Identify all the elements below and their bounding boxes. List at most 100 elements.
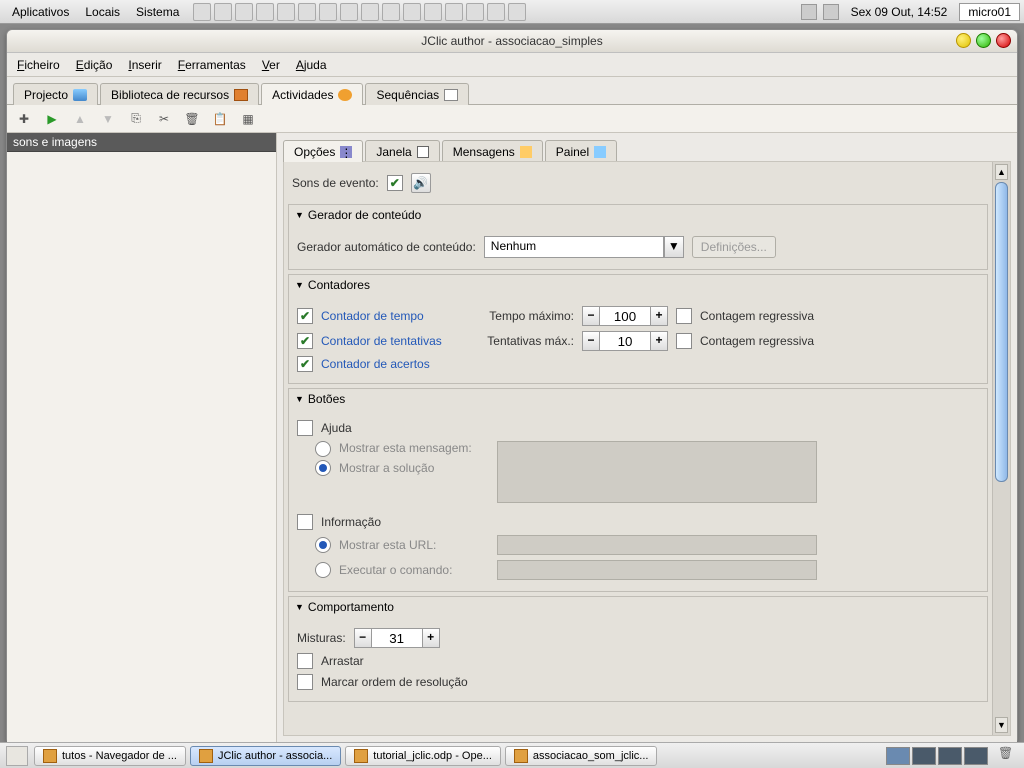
workspace-1[interactable] — [886, 747, 910, 765]
tab-actividades[interactable]: Actividades — [261, 83, 363, 105]
subtab-painel[interactable]: Painel — [545, 140, 617, 162]
mostrar-url-label: Mostrar esta URL: — [339, 538, 489, 552]
launcher-icon[interactable] — [256, 3, 274, 21]
workspace-3[interactable] — [938, 747, 962, 765]
launcher-icon[interactable] — [361, 3, 379, 21]
menu-ver[interactable]: Ver — [262, 58, 280, 72]
show-desktop-button[interactable] — [6, 746, 28, 766]
menu-ferramentas[interactable]: Ferramentas — [178, 58, 246, 72]
clock[interactable]: Sex 09 Out, 14:52 — [845, 5, 954, 19]
subtab-opcoes[interactable]: Opções⋮ — [283, 140, 363, 162]
activity-list-item[interactable]: sons e imagens — [7, 133, 276, 152]
launcher-icon[interactable] — [424, 3, 442, 21]
scroll-down-button[interactable]: ▼ — [995, 717, 1008, 733]
launcher-icon[interactable] — [487, 3, 505, 21]
play-button[interactable]: ▶ — [43, 110, 61, 128]
collapse-icon[interactable]: ▼ — [295, 280, 304, 290]
launcher-icon[interactable] — [403, 3, 421, 21]
mostrar-url-radio[interactable] — [315, 537, 331, 553]
mostrar-msg-radio[interactable] — [315, 441, 331, 457]
launcher-icon[interactable] — [340, 3, 358, 21]
move-up-button[interactable]: ▲ — [71, 110, 89, 128]
contador-acertos-checkbox[interactable] — [297, 356, 313, 372]
tentativas-dec-button[interactable]: − — [582, 331, 600, 351]
tray-volume-icon[interactable] — [823, 4, 839, 20]
taskbar-item[interactable]: JClic author - associa... — [190, 746, 341, 766]
tempo-input[interactable] — [600, 306, 650, 326]
tentativas-input[interactable] — [600, 331, 650, 351]
minimize-button[interactable] — [956, 33, 971, 48]
arrastar-checkbox[interactable] — [297, 653, 313, 669]
paste-button[interactable]: 📋 — [211, 110, 229, 128]
collapse-icon[interactable]: ▼ — [295, 210, 304, 220]
subtab-janela[interactable]: Janela — [365, 140, 439, 162]
menu-edicao[interactable]: Edição — [76, 58, 113, 72]
tempo-regressiva-checkbox[interactable] — [676, 308, 692, 324]
tempo-inc-button[interactable]: + — [650, 306, 668, 326]
taskbar-item[interactable]: associacao_som_jclic... — [505, 746, 658, 766]
gerador-select-dropdown[interactable]: ▼ — [664, 236, 684, 258]
tab-label: Janela — [376, 145, 411, 159]
launcher-icon[interactable] — [298, 3, 316, 21]
move-down-button[interactable]: ▼ — [99, 110, 117, 128]
ajuda-checkbox[interactable] — [297, 420, 313, 436]
titlebar[interactable]: JClic author - associacao_simples — [7, 30, 1017, 53]
delete-button[interactable]: 🗑 — [183, 110, 201, 128]
workspace-switcher[interactable] — [886, 747, 988, 765]
launcher-icon[interactable] — [214, 3, 232, 21]
workspace-4[interactable] — [964, 747, 988, 765]
launcher-icon[interactable] — [382, 3, 400, 21]
copy-button[interactable]: ⎘ — [127, 110, 145, 128]
contador-tempo-checkbox[interactable] — [297, 308, 313, 324]
launcher-icon[interactable] — [508, 3, 526, 21]
taskbar-item[interactable]: tutorial_jclic.odp - Ope... — [345, 746, 501, 766]
trash-icon[interactable]: 🗑 — [998, 746, 1018, 766]
tab-projecto[interactable]: Projecto — [13, 83, 98, 105]
launcher-icon[interactable] — [466, 3, 484, 21]
contador-tentativas-checkbox[interactable] — [297, 333, 313, 349]
launcher-icon[interactable] — [235, 3, 253, 21]
gerador-select[interactable]: Nenhum — [484, 236, 664, 258]
sons-evento-edit-button[interactable]: 🔊 — [411, 173, 431, 193]
collapse-icon[interactable]: ▼ — [295, 394, 304, 404]
tentativas-regressiva-checkbox[interactable] — [676, 333, 692, 349]
close-button[interactable] — [996, 33, 1011, 48]
tab-sequencias[interactable]: Sequências — [365, 83, 469, 105]
tray-keyboard-icon[interactable] — [801, 4, 817, 20]
mostrar-sol-radio[interactable] — [315, 460, 331, 476]
panel-sistema[interactable]: Sistema — [128, 5, 187, 19]
taskbar-item[interactable]: tutos - Navegador de ... — [34, 746, 186, 766]
misturas-inc-button[interactable]: + — [422, 628, 440, 648]
workspace-2[interactable] — [912, 747, 936, 765]
launcher-icon[interactable] — [319, 3, 337, 21]
cut-button[interactable]: ✂ — [155, 110, 173, 128]
new-activity-button[interactable]: ✚ — [15, 110, 33, 128]
scroll-thumb[interactable] — [995, 182, 1008, 482]
misturas-dec-button[interactable]: − — [354, 628, 372, 648]
launcher-icon[interactable] — [277, 3, 295, 21]
activity-list[interactable]: sons e imagens — [7, 133, 277, 742]
collapse-icon[interactable]: ▼ — [295, 602, 304, 612]
grid-button[interactable]: ▦ — [239, 110, 257, 128]
tempo-dec-button[interactable]: − — [582, 306, 600, 326]
informacao-checkbox[interactable] — [297, 514, 313, 530]
tentativas-inc-button[interactable]: + — [650, 331, 668, 351]
menu-ficheiro[interactable]: Ficheiro — [17, 58, 60, 72]
marcar-ordem-checkbox[interactable] — [297, 674, 313, 690]
misturas-input[interactable] — [372, 628, 422, 648]
launcher-icon[interactable] — [445, 3, 463, 21]
panel-locais[interactable]: Locais — [77, 5, 128, 19]
maximize-button[interactable] — [976, 33, 991, 48]
panel-aplicativos[interactable]: Aplicativos — [4, 5, 77, 19]
menu-ajuda[interactable]: Ajuda — [296, 58, 327, 72]
tab-biblioteca[interactable]: Biblioteca de recursos — [100, 83, 259, 105]
sequences-icon — [444, 89, 458, 101]
executar-cmd-radio[interactable] — [315, 562, 331, 578]
host-indicator[interactable]: micro01 — [959, 3, 1020, 21]
menu-inserir[interactable]: Inserir — [128, 58, 161, 72]
scrollbar[interactable]: ▲ ▼ — [992, 162, 1010, 735]
subtab-mensagens[interactable]: Mensagens — [442, 140, 543, 162]
scroll-up-button[interactable]: ▲ — [995, 164, 1008, 180]
launcher-icon[interactable] — [193, 3, 211, 21]
sons-evento-checkbox[interactable] — [387, 175, 403, 191]
